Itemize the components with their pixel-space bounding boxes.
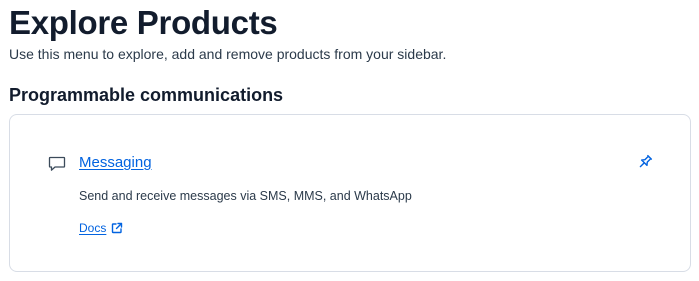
page-title: Explore Products bbox=[9, 4, 278, 41]
page-subtitle: Use this menu to explore, add and remove… bbox=[9, 46, 447, 62]
section-heading: Programmable communications bbox=[9, 85, 284, 105]
pin-to-sidebar-button[interactable] bbox=[636, 153, 654, 171]
product-description: Send and receive messages via SMS, MMS, … bbox=[79, 189, 412, 203]
messaging-product-link[interactable]: Messaging bbox=[79, 153, 152, 173]
product-card-messaging: Messaging Send and receive messages via … bbox=[9, 114, 691, 272]
external-link-icon bbox=[111, 222, 123, 234]
chat-bubble-icon bbox=[48, 156, 66, 172]
pin-icon bbox=[639, 154, 653, 168]
docs-link-label: Docs bbox=[79, 221, 107, 235]
docs-link[interactable]: Docs bbox=[79, 220, 123, 236]
